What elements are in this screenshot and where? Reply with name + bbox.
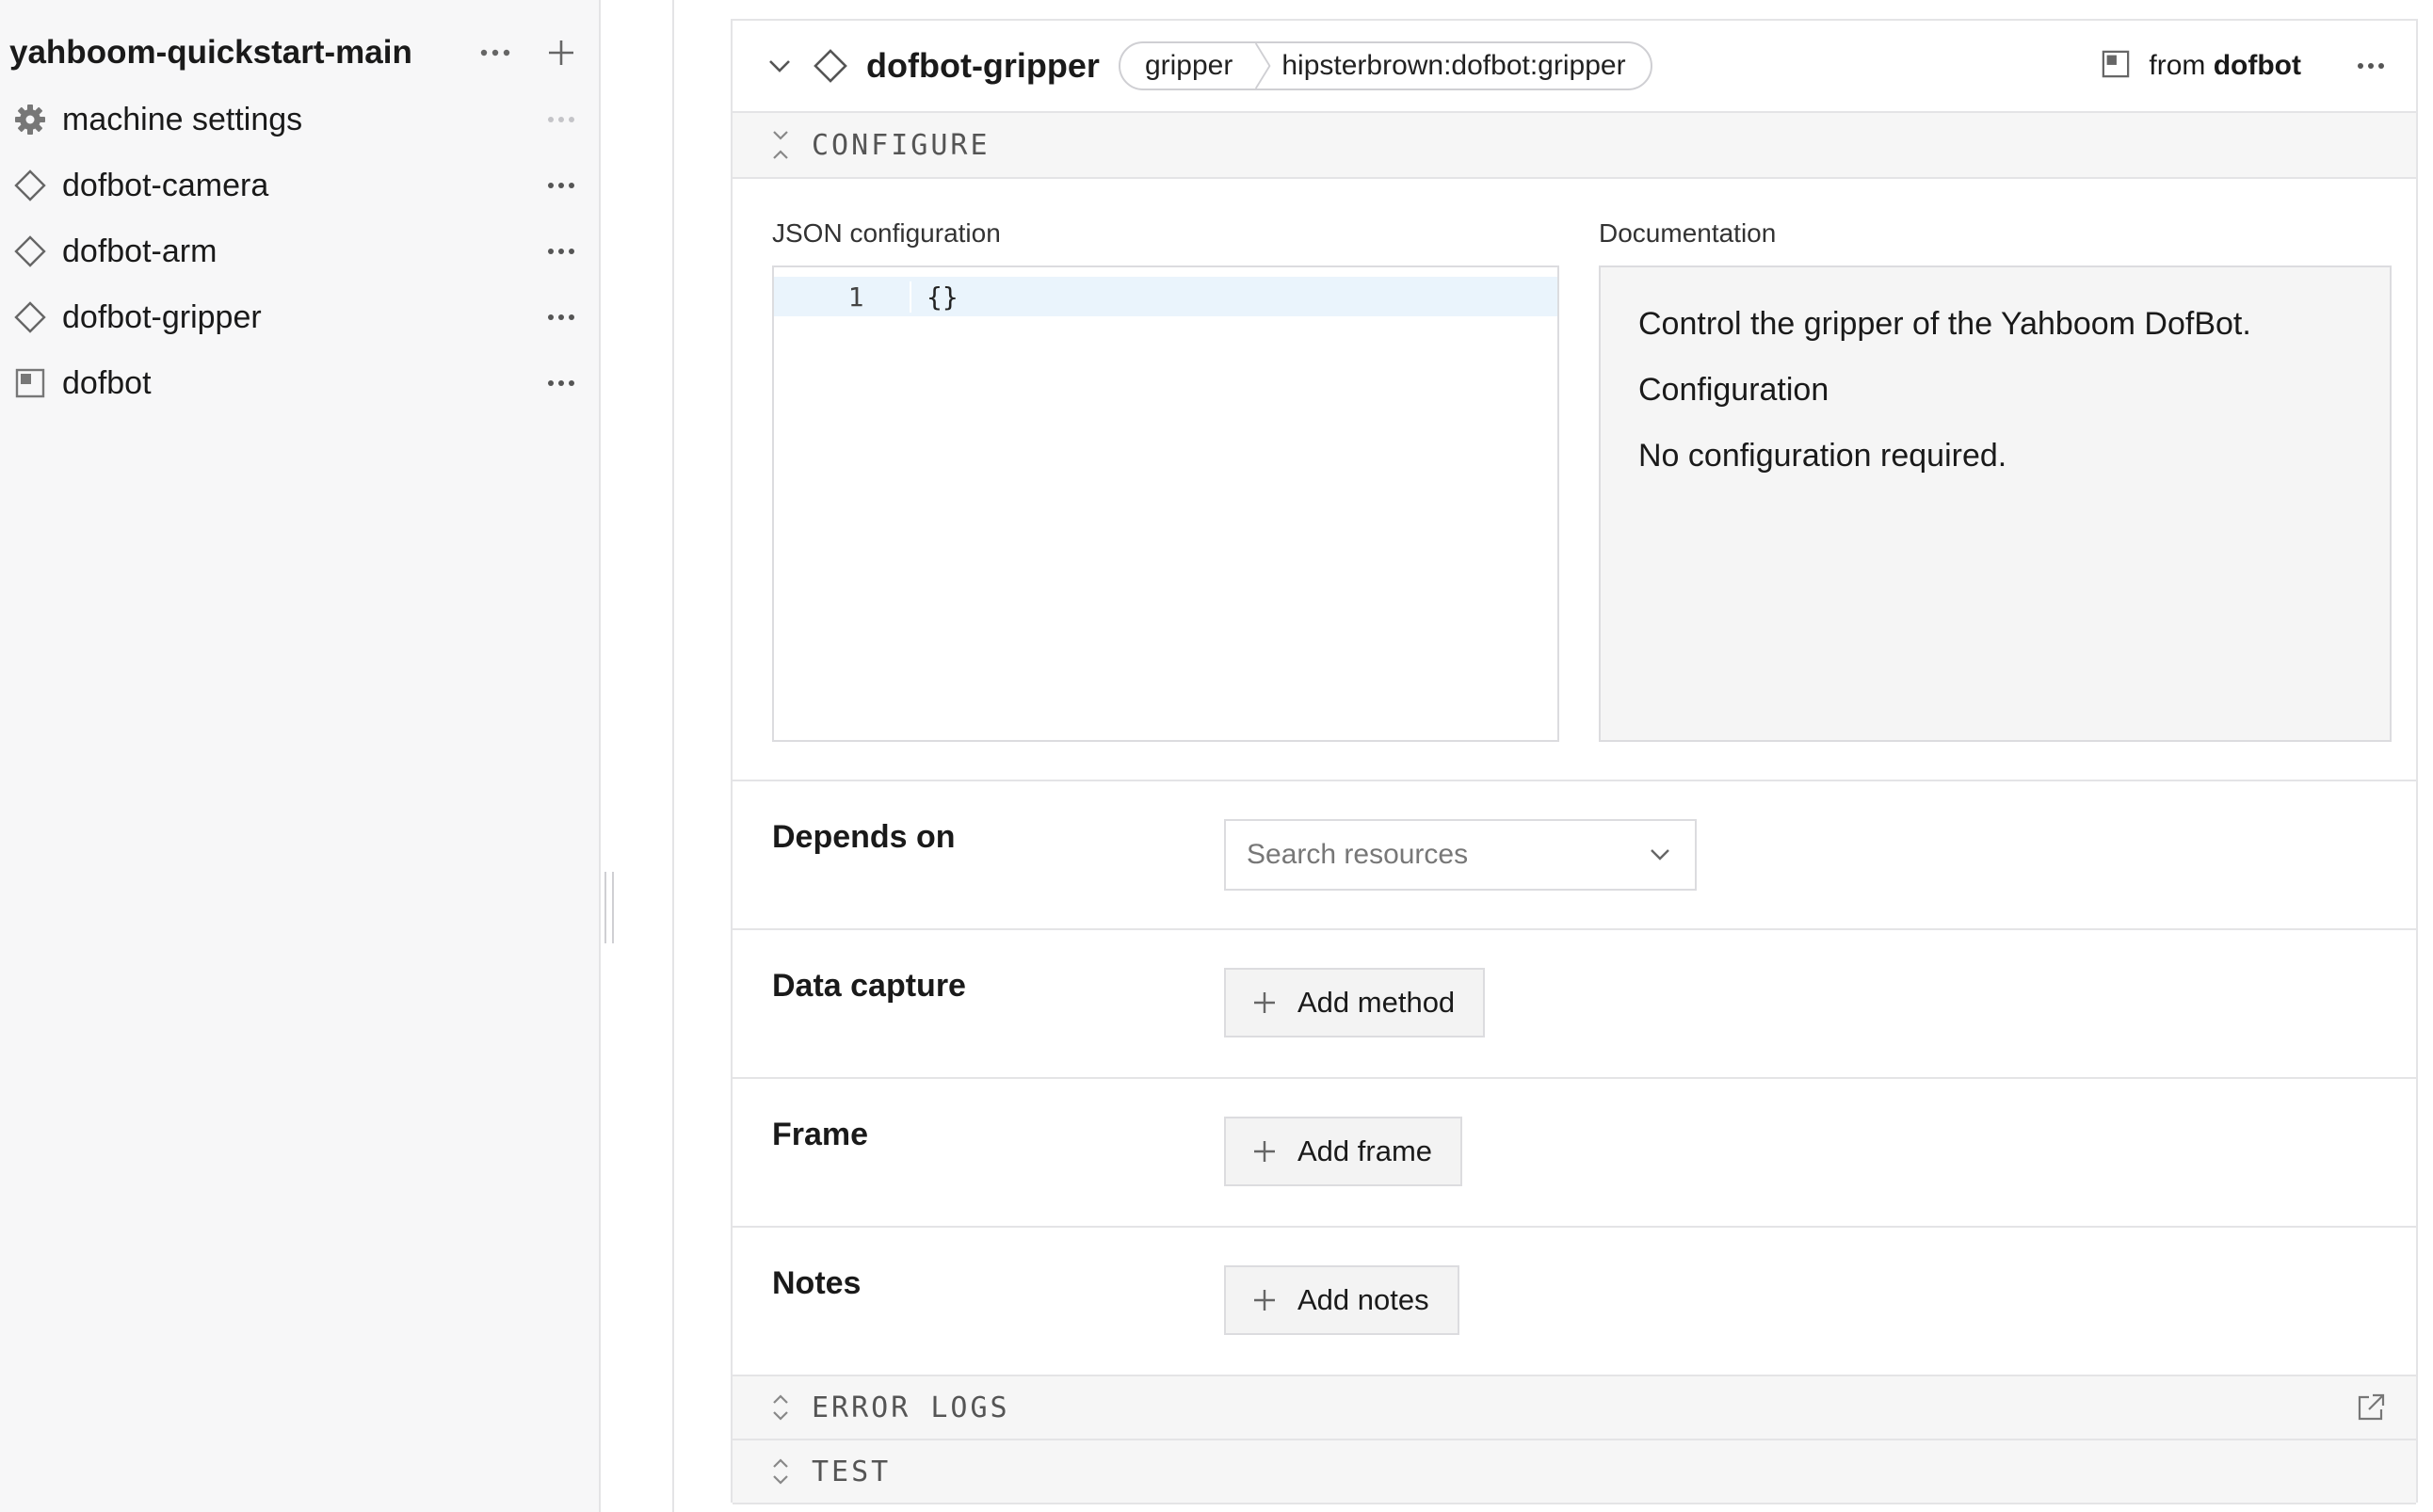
documentation-label: Documentation	[1599, 218, 1777, 248]
type-chip-label: gripper	[1144, 50, 1233, 81]
frame-label: Frame	[772, 1117, 869, 1152]
sidebar-item-label: dofbot-gripper	[62, 298, 262, 335]
more-icon[interactable]	[2350, 47, 2392, 85]
plus-icon	[1249, 1135, 1281, 1167]
model-chip: gripper hipsterbrown:dofbot:gripper	[1118, 41, 1652, 90]
more-icon[interactable]	[539, 298, 584, 336]
component-card: dofbot-gripper gripper hipsterbrown:dofb…	[731, 19, 2418, 1504]
error-logs-title: ERROR LOGS	[812, 1391, 1010, 1424]
notes-row: Notes Add notes	[733, 1226, 2416, 1375]
card-header: dofbot-gripper gripper hipsterbrown:dofb…	[733, 21, 2416, 113]
more-icon[interactable]	[539, 101, 584, 138]
configure-title: CONFIGURE	[812, 128, 991, 162]
notes-label: Notes	[772, 1265, 862, 1301]
sidebar-item-label: dofbot-camera	[62, 167, 269, 203]
more-icon[interactable]	[539, 167, 584, 204]
error-logs-section-header[interactable]: ERROR LOGS	[733, 1375, 2416, 1440]
more-icon[interactable]	[473, 30, 518, 75]
select-placeholder: Search resources	[1247, 839, 1469, 870]
add-notes-button[interactable]: Add notes	[1224, 1265, 1459, 1335]
plus-icon	[1249, 987, 1281, 1019]
sidebar-item-dofbot-camera[interactable]: dofbot-camera	[9, 158, 584, 213]
sidebar-item-label: dofbot-arm	[62, 233, 218, 269]
sidebar-item-dofbot[interactable]: dofbot	[9, 356, 584, 410]
doc-paragraph: Control the gripper of the Yahboom DofBo…	[1638, 306, 2251, 342]
sidebar-item-dofbot-gripper[interactable]: dofbot-gripper	[9, 290, 584, 345]
chip-separator	[1255, 43, 1271, 88]
fragment-source-label: from dofbot	[2149, 50, 2301, 81]
data-capture-row: Data capture Add method	[733, 928, 2416, 1077]
fragment-icon	[9, 362, 51, 404]
sidebar: yahboom-quickstart-main machine settings…	[0, 0, 601, 1512]
component-name: dofbot-gripper	[866, 46, 1100, 85]
diamond-icon	[810, 45, 851, 87]
test-section-header[interactable]: TEST	[733, 1440, 2416, 1504]
panel-gutter	[603, 0, 674, 1512]
sidebar-header: yahboom-quickstart-main	[9, 26, 584, 79]
editor-line: 1 {}	[774, 277, 1557, 316]
sidebar-item-machine-settings[interactable]: machine settings	[9, 92, 584, 147]
gear-icon	[9, 99, 51, 140]
resize-handle[interactable]	[604, 872, 614, 943]
depends-on-label: Depends on	[772, 819, 956, 855]
diamond-icon	[9, 297, 51, 338]
sidebar-item-dofbot-arm[interactable]: dofbot-arm	[9, 224, 584, 279]
chevron-down-icon	[1646, 841, 1674, 869]
add-frame-button[interactable]: Add frame	[1224, 1117, 1463, 1186]
machine-title: yahboom-quickstart-main	[9, 34, 412, 71]
search-resources-select[interactable]: Search resources	[1224, 819, 1697, 891]
diamond-icon	[9, 165, 51, 206]
expand-icon[interactable]	[766, 1389, 795, 1426]
collapse-icon[interactable]	[766, 126, 795, 164]
button-label: Add method	[1297, 986, 1456, 1019]
fragment-icon	[2102, 50, 2130, 83]
frame-row: Frame Add frame	[733, 1077, 2416, 1226]
depends-on-row: Depends on Search resources	[733, 780, 2416, 928]
chevron-down-icon[interactable]	[761, 47, 798, 85]
doc-paragraph: No configuration required.	[1638, 438, 2007, 474]
model-chip-label: hipsterbrown:dofbot:gripper	[1281, 50, 1626, 81]
more-icon[interactable]	[539, 233, 584, 270]
plus-icon	[1249, 1284, 1281, 1316]
test-title: TEST	[812, 1455, 892, 1488]
diamond-icon	[9, 231, 51, 272]
documentation-panel: Control the gripper of the Yahboom DofBo…	[1599, 265, 2392, 742]
more-icon[interactable]	[539, 364, 584, 402]
button-label: Add notes	[1297, 1283, 1429, 1316]
json-config-label: JSON configuration	[772, 218, 1001, 248]
configure-section-header[interactable]: CONFIGURE	[733, 113, 2416, 179]
data-capture-label: Data capture	[772, 968, 966, 1004]
add-icon[interactable]	[539, 30, 584, 75]
json-editor[interactable]: 1 {}	[772, 265, 1559, 742]
expand-icon[interactable]	[766, 1453, 795, 1490]
button-label: Add frame	[1297, 1134, 1433, 1167]
doc-paragraph: Configuration	[1638, 372, 1829, 408]
line-number: 1	[774, 281, 911, 313]
sidebar-item-label: machine settings	[62, 101, 303, 137]
fragment-source: from dofbot	[2102, 47, 2392, 85]
external-link-icon[interactable]	[2352, 1389, 2390, 1426]
code-text: {}	[926, 281, 959, 313]
add-method-button[interactable]: Add method	[1224, 968, 1486, 1037]
sidebar-item-label: dofbot	[62, 364, 152, 401]
